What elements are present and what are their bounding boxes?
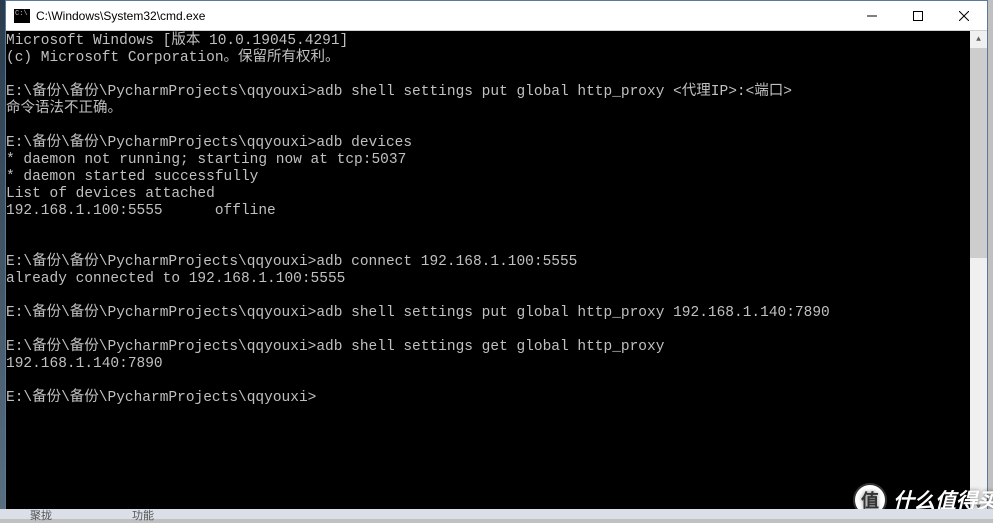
window-title: C:\Windows\System32\cmd.exe [36, 9, 849, 23]
terminal-line: * daemon started successfully [6, 169, 969, 186]
terminal-line: E:\备份\备份\PycharmProjects\qqyouxi>adb dev… [6, 135, 969, 152]
terminal-line: already connected to 192.168.1.100:5555 [6, 271, 969, 288]
close-button[interactable] [941, 1, 987, 30]
terminal-line [6, 373, 969, 390]
terminal-line [6, 220, 969, 237]
terminal-line [6, 118, 969, 135]
scrollbar[interactable]: ▲ ▼ [970, 31, 987, 516]
maximize-button[interactable] [895, 1, 941, 30]
terminal-line: (c) Microsoft Corporation。保留所有权利。 [6, 50, 969, 67]
terminal-line: List of devices attached [6, 186, 969, 203]
terminal-line: Microsoft Windows [版本 10.0.19045.4291] [6, 33, 969, 50]
terminal-line: E:\备份\备份\PycharmProjects\qqyouxi>adb she… [6, 339, 969, 356]
terminal-line [6, 67, 969, 84]
cmd-icon [14, 9, 30, 23]
terminal-line [6, 322, 969, 339]
titlebar[interactable]: C:\Windows\System32\cmd.exe [6, 1, 987, 31]
scroll-up-button[interactable]: ▲ [970, 31, 987, 48]
terminal-content: Microsoft Windows [版本 10.0.19045.4291](c… [6, 33, 987, 407]
terminal-line [6, 237, 969, 254]
terminal-line: E:\备份\备份\PycharmProjects\qqyouxi>adb con… [6, 254, 969, 271]
terminal-line: E:\备份\备份\PycharmProjects\qqyouxi> [6, 390, 969, 407]
terminal-line: * daemon not running; starting now at tc… [6, 152, 969, 169]
terminal-line: E:\备份\备份\PycharmProjects\qqyouxi>adb she… [6, 305, 969, 322]
terminal-line [6, 288, 969, 305]
terminal-line: 192.168.1.140:7890 [6, 356, 969, 373]
window-controls [849, 1, 987, 30]
terminal-line: 192.168.1.100:5555 offline [6, 203, 969, 220]
terminal-line: E:\备份\备份\PycharmProjects\qqyouxi>adb she… [6, 84, 969, 101]
taskbar-hints: 聚拢 功能 [30, 507, 154, 523]
taskbar[interactable]: 聚拢 功能 [0, 509, 993, 519]
terminal-area[interactable]: Microsoft Windows [版本 10.0.19045.4291](c… [6, 31, 987, 516]
terminal-line: 命令语法不正确。 [6, 101, 969, 118]
cmd-window: C:\Windows\System32\cmd.exe Microsoft Wi… [5, 0, 988, 517]
scroll-thumb[interactable] [970, 48, 987, 258]
minimize-button[interactable] [849, 1, 895, 30]
